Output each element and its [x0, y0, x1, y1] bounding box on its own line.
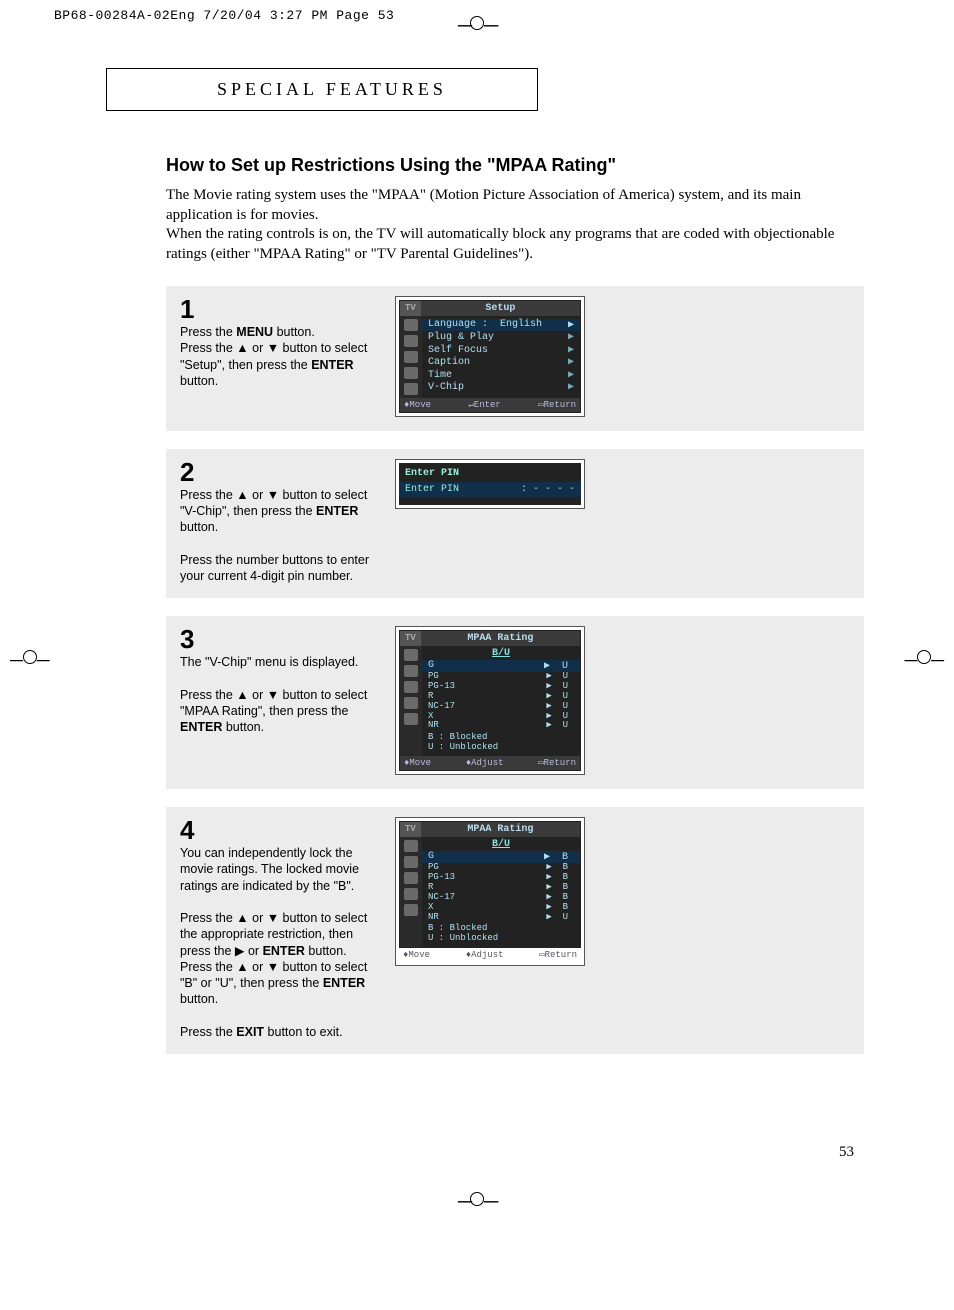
osd-sidebar	[400, 646, 422, 756]
osd-row: V-Chip▶	[426, 382, 576, 395]
osd-title: MPAA Rating	[421, 631, 580, 646]
section-header-box: SPECIAL FEATURES	[106, 68, 538, 111]
osd-footer: ♦Move ♦Adjust ▭Return	[400, 756, 580, 770]
osd-row: Caption▶	[426, 357, 576, 370]
osd-enter-pin: Enter PIN Enter PIN: - - - -	[395, 459, 585, 509]
step-number: 3	[180, 626, 375, 652]
mpaa-column-header: B/U	[426, 839, 576, 851]
mpaa-row: NR▶ U	[426, 721, 576, 731]
osd-sidebar	[400, 316, 422, 398]
crop-mark-bottom: ──	[0, 1191, 954, 1214]
step-number: 2	[180, 459, 375, 485]
osd-footer: ♦Move ↵Enter ▭Return	[400, 398, 580, 412]
osd-row-language: Language : English▶	[422, 319, 580, 331]
osd-row: Time▶	[426, 370, 576, 383]
mpaa-legend: U : Unblocked	[426, 934, 576, 944]
osd-icon	[404, 335, 418, 347]
osd-mpaa-blocked: TV MPAA Rating B/U G▶ B	[395, 817, 585, 966]
osd-mpaa-unblocked: TV MPAA Rating B/U G▶ U	[395, 626, 585, 775]
osd-footer: ♦Move ♦Adjust ▭Return	[399, 948, 581, 962]
osd-pin-title: Enter PIN	[405, 468, 575, 479]
osd-icon	[404, 351, 418, 363]
mpaa-legend: U : Unblocked	[426, 743, 576, 753]
page-title: How to Set up Restrictions Using the "MP…	[166, 155, 864, 176]
osd-tv-label: TV	[400, 822, 421, 837]
osd-pin-field: Enter PIN: - - - -	[399, 482, 581, 497]
mpaa-column-header: B/U	[426, 648, 576, 660]
crop-mark-right: ──	[904, 650, 944, 671]
osd-row: Plug & Play▶	[426, 332, 576, 345]
step-number: 1	[180, 296, 375, 322]
osd-setup: TV Setup	[395, 296, 585, 417]
step-2: 2 Press the ▲ or ▼ button to select "V-C…	[166, 449, 864, 599]
step-1: 1 Press the MENU button. Press the ▲ or …	[166, 286, 864, 431]
page-number: 53	[106, 1144, 854, 1161]
step-3: 3 The "V-Chip" menu is displayed. Press …	[166, 616, 864, 789]
osd-title: Setup	[421, 301, 580, 316]
osd-row: Self Focus▶	[426, 345, 576, 358]
section-header: SPECIAL FEATURES	[217, 79, 447, 99]
osd-icon	[404, 367, 418, 379]
step-4: 4 You can independently lock the movie r…	[166, 807, 864, 1054]
osd-sidebar	[400, 837, 422, 947]
step-number: 4	[180, 817, 375, 843]
osd-tv-label: TV	[400, 631, 421, 646]
mpaa-row: NR▶ U	[426, 913, 576, 923]
osd-icon	[404, 319, 418, 331]
osd-icon	[404, 383, 418, 395]
intro-text: The Movie rating system uses the "MPAA" …	[166, 186, 864, 264]
crop-mark-left: ──	[10, 650, 50, 671]
osd-tv-label: TV	[400, 301, 421, 316]
osd-title: MPAA Rating	[421, 822, 580, 837]
